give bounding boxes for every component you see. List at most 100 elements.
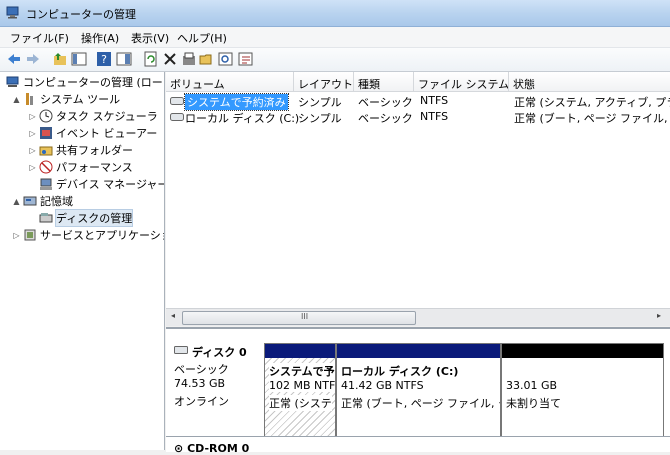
collapse-icon[interactable]: ▲ (12, 95, 21, 104)
menu-action[interactable]: 操作(A) (81, 30, 119, 46)
partition-system-reserved[interactable]: システムで予 102 MB NTF 正常 (システ (264, 343, 336, 437)
volume-filesystem: NTFS (420, 94, 449, 107)
tree-label: パフォーマンス (56, 161, 133, 174)
collapse-icon[interactable]: ▲ (12, 197, 21, 206)
disk-0-info[interactable]: ディスク 0 ベーシック 74.53 GB オンライン (170, 339, 262, 439)
refresh-icon[interactable] (143, 51, 159, 67)
search-icon[interactable] (218, 51, 234, 67)
scroll-right-icon[interactable]: ▸ (657, 311, 661, 320)
volume-type: ベーシック (358, 96, 413, 109)
computer-management-icon (6, 76, 19, 87)
expand-icon[interactable]: ▷ (28, 129, 37, 138)
column-header-filesystem[interactable]: ファイル システム (414, 72, 509, 92)
volume-list: ボリューム レイアウト 種類 ファイル システム 状態 システムで予約済み シン… (166, 72, 670, 326)
tree-item-task-scheduler[interactable]: ▷ タスク スケジューラ (28, 108, 158, 124)
tree-label: イベント ビューアー (56, 127, 158, 140)
partition-title: システムで予 (269, 363, 335, 379)
partition-detail: 102 MB NTF (269, 379, 336, 392)
horizontal-scrollbar[interactable]: ◂ III ▸ (166, 308, 670, 326)
device-manager-icon (40, 178, 52, 190)
disk-type: ベーシック (174, 363, 229, 376)
tree-item-device-manager[interactable]: デバイス マネージャー (39, 176, 165, 192)
partition-detail: 33.01 GB (506, 379, 558, 392)
disk-map: ディスク 0 ベーシック 74.53 GB オンライン システムで予 102 M… (166, 327, 670, 455)
delete-icon[interactable] (162, 51, 178, 67)
tree-label: デバイス マネージャー (56, 178, 165, 191)
clock-icon (39, 109, 53, 123)
tree-item-event-viewer[interactable]: ▷ イベント ビューアー (28, 125, 157, 141)
up-folder-icon[interactable] (52, 51, 68, 67)
tools-icon (26, 93, 33, 105)
menu-help[interactable]: ヘルプ(H) (177, 30, 227, 46)
volume-icon (170, 113, 184, 121)
tree-label: コンピューターの管理 (ローカ (23, 76, 165, 89)
scroll-left-icon[interactable]: ◂ (171, 311, 175, 320)
export-icon[interactable] (238, 51, 254, 67)
open-icon[interactable] (199, 51, 215, 67)
column-header-type[interactable]: 種類 (354, 72, 414, 92)
tree-item-shared-folders[interactable]: ▷ 共有フォルダー (28, 142, 133, 158)
disk-management-icon (39, 213, 53, 223)
tree-label: サービスとアプリケーショ (40, 229, 165, 242)
tree-item-performance[interactable]: ▷ パフォーマンス (28, 159, 133, 175)
column-header-layout[interactable]: レイアウト (294, 72, 354, 92)
volume-icon (170, 97, 184, 105)
volume-name: ローカル ディスク (C:) (185, 112, 300, 125)
menu-bar: ファイル(F) 操作(A) 表示(V) ヘルプ(H) (0, 27, 670, 48)
window-title: コンピューターの管理 (26, 8, 136, 21)
help-icon[interactable]: ? (96, 51, 112, 67)
menu-file[interactable]: ファイル(F) (10, 30, 69, 46)
back-icon[interactable] (6, 51, 22, 67)
tree-item-storage[interactable]: ▲ 記憶域 (12, 193, 73, 209)
disk-name: ディスク 0 (192, 346, 247, 359)
tree-item-services-applications[interactable]: ▷ サービスとアプリケーショ (12, 227, 165, 243)
expand-icon[interactable]: ▷ (28, 112, 37, 121)
volume-type: ベーシック (358, 112, 413, 125)
tree-label: ディスクの管理 (54, 209, 134, 227)
title-bar: コンピューターの管理 (0, 0, 670, 27)
properties-icon[interactable] (181, 51, 197, 67)
volume-layout: シンプル (298, 112, 342, 125)
show-hide-tree-icon[interactable] (71, 51, 87, 67)
cdrom-icon: ⊙ (174, 442, 184, 455)
volume-status: 正常 (システム, アクティブ, プラ (514, 96, 670, 109)
expand-icon[interactable]: ▷ (12, 231, 21, 240)
expand-icon[interactable]: ▷ (28, 146, 37, 155)
cdrom-0-info[interactable]: ⊙ CD-ROM 0 (174, 442, 249, 455)
partition-band (502, 344, 663, 358)
partition-band (337, 344, 500, 358)
tree-label: システム ツール (40, 93, 121, 106)
scroll-thumb[interactable]: III (182, 311, 416, 325)
toolbar: ? (0, 48, 670, 72)
expand-icon[interactable]: ▷ (28, 163, 37, 172)
shared-folder-icon (39, 146, 53, 156)
storage-icon (23, 196, 37, 206)
menu-view[interactable]: 表示(V) (131, 30, 169, 46)
volume-filesystem: NTFS (420, 110, 449, 123)
disk-size: 74.53 GB (174, 377, 226, 390)
tree-label: タスク スケジューラ (56, 110, 158, 123)
navigation-tree: コンピューターの管理 (ローカ ▲ システム ツール ▷ タスク スケジューラ … (0, 72, 165, 450)
volume-status: 正常 (ブート, ページ ファイル, ク (514, 112, 670, 125)
partition-status: 未割り当て (506, 397, 561, 410)
tree-item-disk-management[interactable]: ディスクの管理 (39, 209, 134, 227)
forward-icon[interactable] (25, 51, 41, 67)
partition-detail: 41.42 GB NTFS (341, 379, 424, 392)
partition-status: 正常 (ブート, ページ ファイル, ク (341, 397, 501, 410)
partition-unallocated[interactable]: 33.01 GB 未割り当て (501, 343, 664, 437)
column-header-status[interactable]: 状態 (509, 72, 670, 92)
partition-band (265, 344, 335, 358)
tree-item-computer-management[interactable]: コンピューターの管理 (ローカ (6, 74, 165, 90)
disk-state: オンライン (174, 395, 229, 408)
tree-item-system-tools[interactable]: ▲ システム ツール (12, 91, 120, 107)
panel-icon[interactable] (116, 51, 132, 67)
partition-title: ローカル ディスク (C:) (341, 365, 459, 378)
computer-management-icon (6, 6, 19, 19)
column-header-volume[interactable]: ボリューム (166, 72, 294, 92)
services-icon (24, 229, 36, 241)
volume-layout: シンプル (298, 96, 342, 109)
partition-status: 正常 (システ (269, 395, 332, 411)
cdrom-name: CD-ROM 0 (187, 442, 250, 455)
tree-label: 記憶域 (40, 195, 73, 208)
partition-local-disk-c[interactable]: ローカル ディスク (C:) 41.42 GB NTFS 正常 (ブート, ペー… (336, 343, 501, 437)
